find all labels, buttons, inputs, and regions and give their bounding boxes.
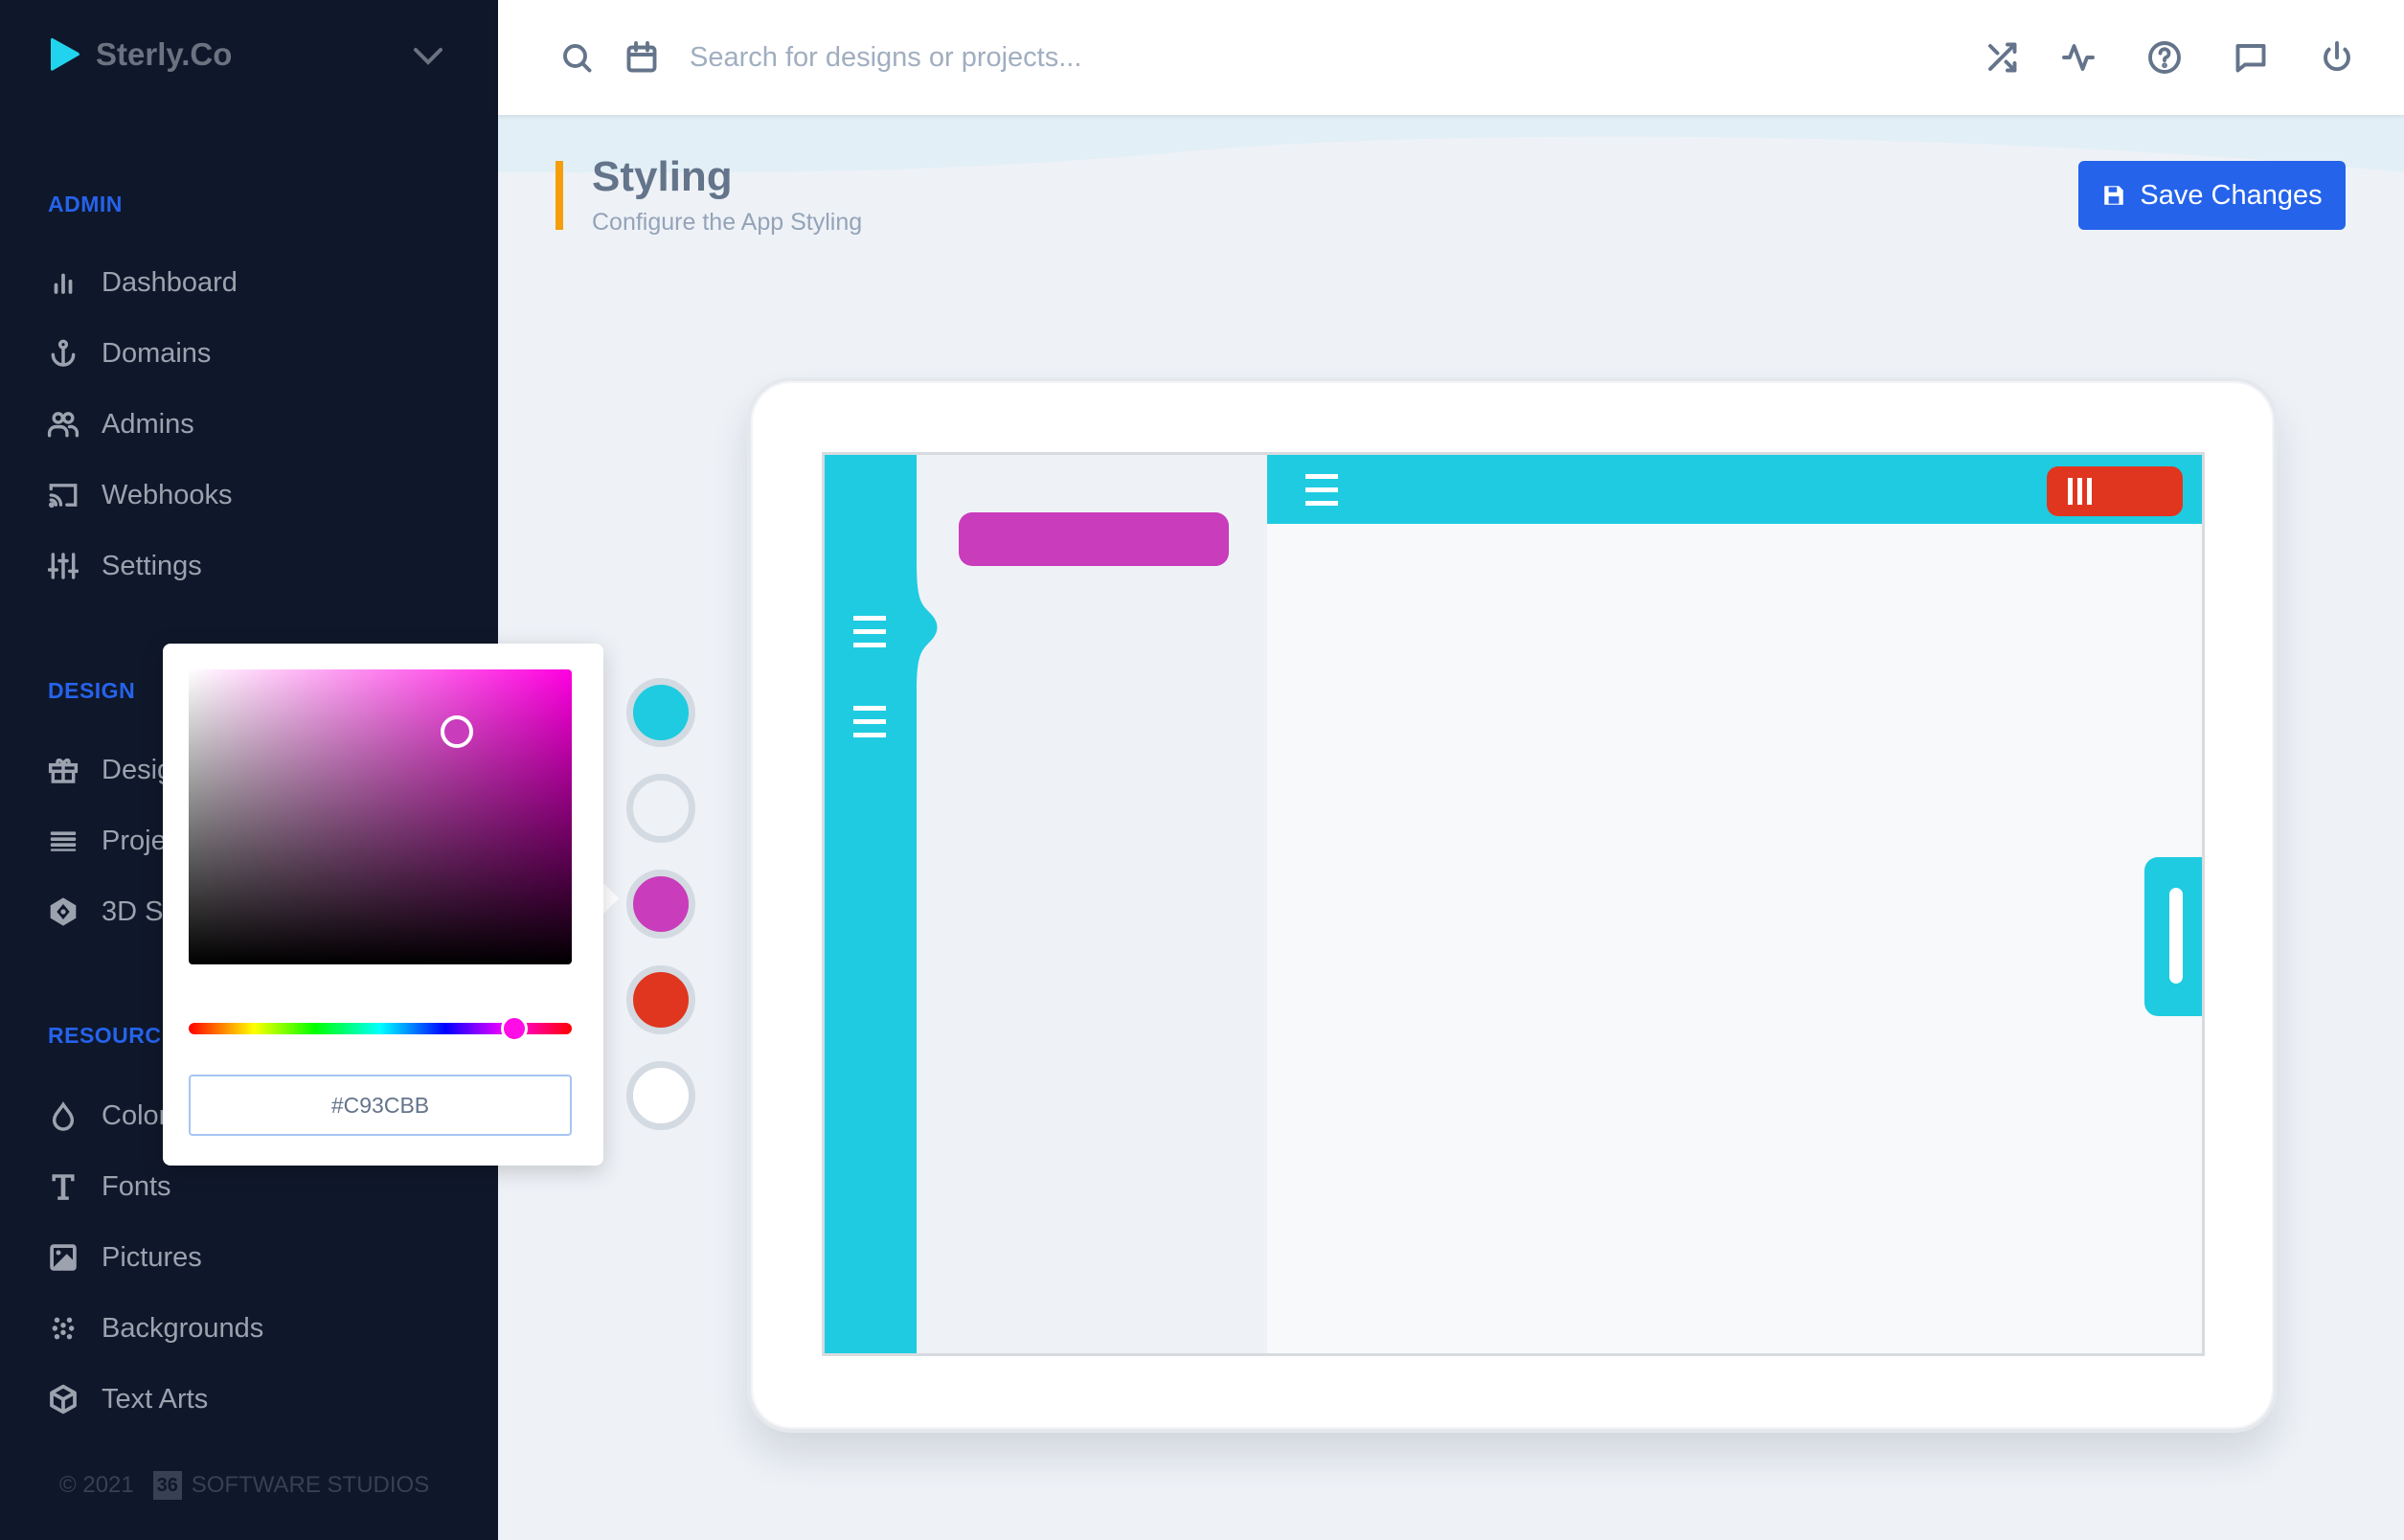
codepen-icon: [46, 895, 80, 929]
droplet-icon: [46, 1098, 80, 1133]
power-icon[interactable]: [2320, 40, 2354, 75]
anchor-icon: [46, 336, 80, 371]
color-picker-popup: [163, 644, 603, 1166]
preview-drawer-handle[interactable]: [2144, 857, 2202, 1016]
sidebar-item-label: Settings: [102, 550, 202, 581]
company-logo: 36: [152, 1471, 182, 1500]
sidebar-item-label: Fonts: [102, 1170, 171, 1202]
page-subtitle: Configure the App Styling: [592, 209, 863, 236]
preview-topbar: [1267, 455, 2202, 524]
app-preview-screen: [822, 452, 2205, 1356]
search-input[interactable]: [690, 33, 1360, 82]
sidebar-item-fonts[interactable]: Fonts: [46, 1163, 171, 1211]
brand[interactable]: Sterly.Co: [50, 36, 232, 73]
help-circle-icon[interactable]: [2147, 40, 2182, 75]
activity-icon[interactable]: [2061, 40, 2096, 75]
brand-name: Sterly.Co: [96, 36, 233, 72]
sidebar-item-label: Text Arts: [102, 1383, 209, 1415]
message-square-icon[interactable]: [2234, 40, 2268, 75]
swatch-primary[interactable]: [626, 678, 695, 747]
page-title: Styling: [592, 153, 733, 200]
section-label-admin: ADMIN: [48, 192, 123, 216]
top-bar: [498, 0, 2404, 115]
preview-sidebar[interactable]: [825, 455, 917, 1353]
sidebar-item-settings[interactable]: Settings: [46, 542, 202, 590]
floppy-disk-icon: [2104, 186, 2124, 205]
sidebar-item-admins[interactable]: Admins: [46, 400, 194, 448]
dots-pattern-icon: [46, 1311, 80, 1346]
copyright-text: © 2021: [59, 1472, 134, 1498]
save-changes-label: Save Changes: [2140, 179, 2323, 211]
image-icon: [46, 1240, 80, 1275]
swatch-accent[interactable]: [626, 870, 695, 939]
sidebar-item-label: Domains: [102, 337, 212, 369]
hue-slider-thumb[interactable]: [501, 1015, 528, 1042]
section-label-design: DESIGN: [48, 678, 136, 703]
sidebar-item-label: Webhooks: [102, 479, 233, 510]
picker-pointer: [601, 881, 619, 916]
bar-chart-icon: [46, 265, 80, 300]
swatch-background[interactable]: [626, 774, 695, 843]
gift-icon: [46, 753, 80, 787]
hue-slider[interactable]: [189, 1015, 572, 1042]
sidebar-item-label: Backgrounds: [102, 1312, 264, 1344]
preview-accent-pill[interactable]: [959, 512, 1229, 566]
sidebar-item-domains[interactable]: Domains: [46, 329, 211, 377]
sidebar-item-dashboard[interactable]: Dashboard: [46, 259, 238, 306]
sidebar-item-label: Pictures: [102, 1241, 202, 1273]
box-icon: [46, 1382, 80, 1416]
sidebar-item-colors[interactable]: Colors: [46, 1092, 182, 1140]
drawer-handle-bar: [2169, 888, 2183, 984]
preview-topbar-menu-icon[interactable]: [1305, 474, 1338, 507]
preview-sidebar-notch: [913, 560, 938, 694]
swatch-danger[interactable]: [626, 965, 695, 1034]
calendar-icon[interactable]: [624, 40, 659, 75]
save-changes-button[interactable]: Save Changes: [2078, 161, 2346, 230]
preview-menu-icon[interactable]: [853, 616, 886, 648]
preview-panel: [917, 455, 1267, 1353]
shuffle-icon[interactable]: [1984, 40, 2019, 75]
sidebar-item-label: Admins: [102, 408, 194, 440]
search-icon[interactable]: [559, 40, 594, 75]
stack-icon: [46, 824, 80, 858]
sidebar-footer: © 2021 36 SOFTWARE STUDIOS: [59, 1471, 429, 1500]
preview-danger-button[interactable]: [2047, 466, 2183, 516]
sidebar-item-backgrounds[interactable]: Backgrounds: [46, 1304, 263, 1352]
saturation-value-cursor[interactable]: [441, 714, 473, 748]
sidebar-item-text-arts[interactable]: Text Arts: [46, 1375, 208, 1423]
users-icon: [46, 407, 80, 442]
sidebar-item-pictures[interactable]: Pictures: [46, 1234, 202, 1281]
sidebar-item-webhooks[interactable]: Webhooks: [46, 471, 233, 519]
type-icon: [46, 1169, 80, 1204]
company-name: SOFTWARE STUDIOS: [191, 1472, 430, 1498]
swatch-surface[interactable]: [626, 1061, 695, 1130]
sidebar-item-label: Dashboard: [102, 266, 238, 298]
cast-icon: [46, 478, 80, 512]
play-triangle-icon: [51, 37, 79, 71]
hex-color-input[interactable]: [189, 1075, 572, 1136]
saturation-value-area[interactable]: [189, 669, 572, 964]
sliders-icon: [46, 549, 80, 583]
title-accent-bar: [556, 161, 563, 230]
chevron-down-icon[interactable]: [412, 44, 444, 69]
preview-menu-icon[interactable]: [853, 706, 886, 738]
bars-icon: [2068, 478, 2092, 505]
